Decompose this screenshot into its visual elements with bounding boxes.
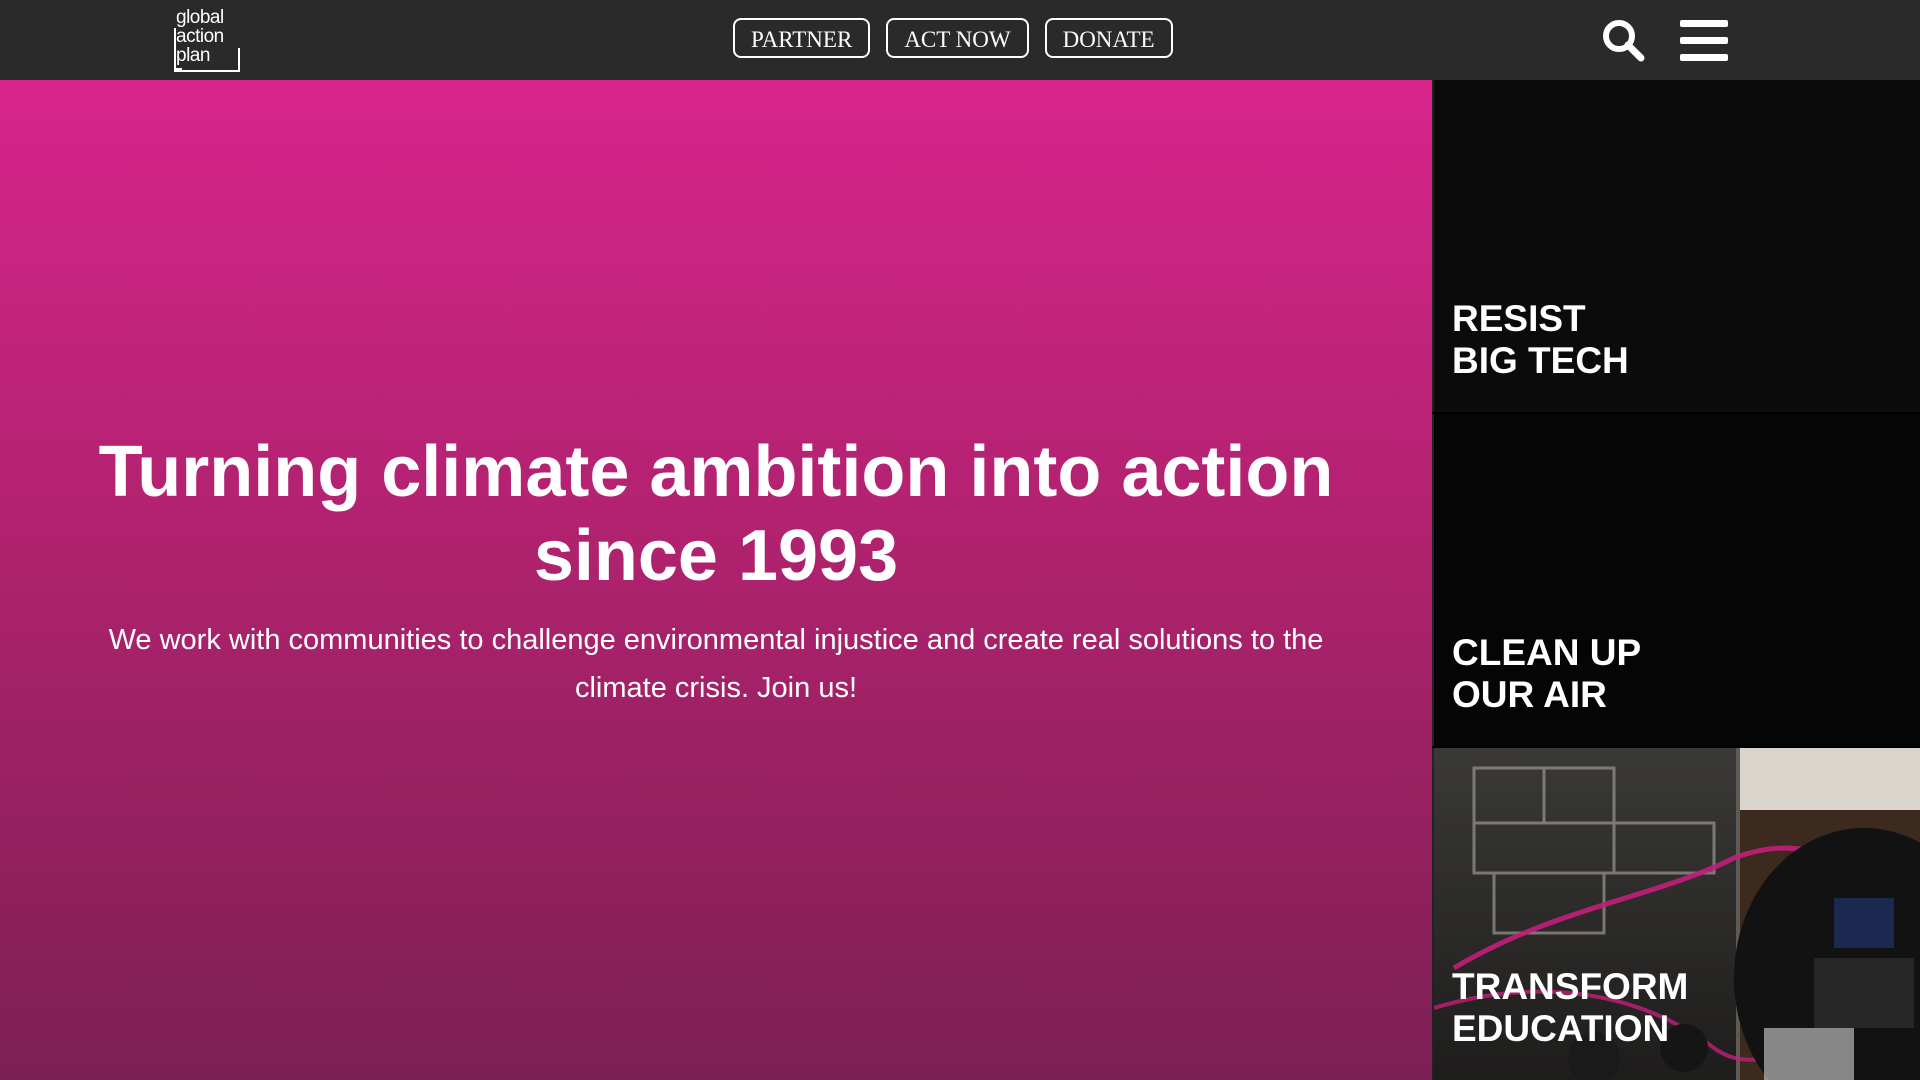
logo-line-2: action [176, 26, 224, 47]
top-navigation-bar: global action plan PARTNER ACT NOW DONAT… [0, 0, 1920, 80]
logo-line-1: global [176, 7, 224, 28]
tile-title: CLEAN UP OUR AIR [1452, 632, 1642, 715]
header-cta-buttons: PARTNER ACT NOW DONATE [733, 18, 1173, 58]
act-now-button[interactable]: ACT NOW [886, 18, 1029, 58]
logo-bracket-bottom [174, 48, 240, 72]
campaign-tiles: RESIST BIG TECH CLEAN UP OUR AIR TRANSFO… [1432, 80, 1920, 1080]
tile-clean-up-our-air[interactable]: CLEAN UP OUR AIR [1432, 414, 1920, 746]
search-icon[interactable] [1601, 18, 1645, 62]
tile-resist-big-tech[interactable]: RESIST BIG TECH [1432, 80, 1920, 412]
tile-title: TRANSFORM EDUCATION [1452, 966, 1689, 1049]
global-action-plan-logo[interactable]: global action plan [174, 7, 240, 72]
tile-transform-education[interactable]: TRANSFORM EDUCATION [1432, 748, 1920, 1080]
hero-title: Turning climate ambition into action sin… [98, 432, 1334, 596]
tile-title: RESIST BIG TECH [1452, 298, 1629, 381]
hamburger-menu-icon[interactable] [1680, 20, 1728, 62]
hero-banner: Turning climate ambition into action sin… [0, 80, 1432, 1080]
partner-button[interactable]: PARTNER [733, 18, 871, 58]
hero-subtitle: We work with communities to challenge en… [108, 624, 1324, 704]
donate-button[interactable]: DONATE [1044, 18, 1173, 58]
